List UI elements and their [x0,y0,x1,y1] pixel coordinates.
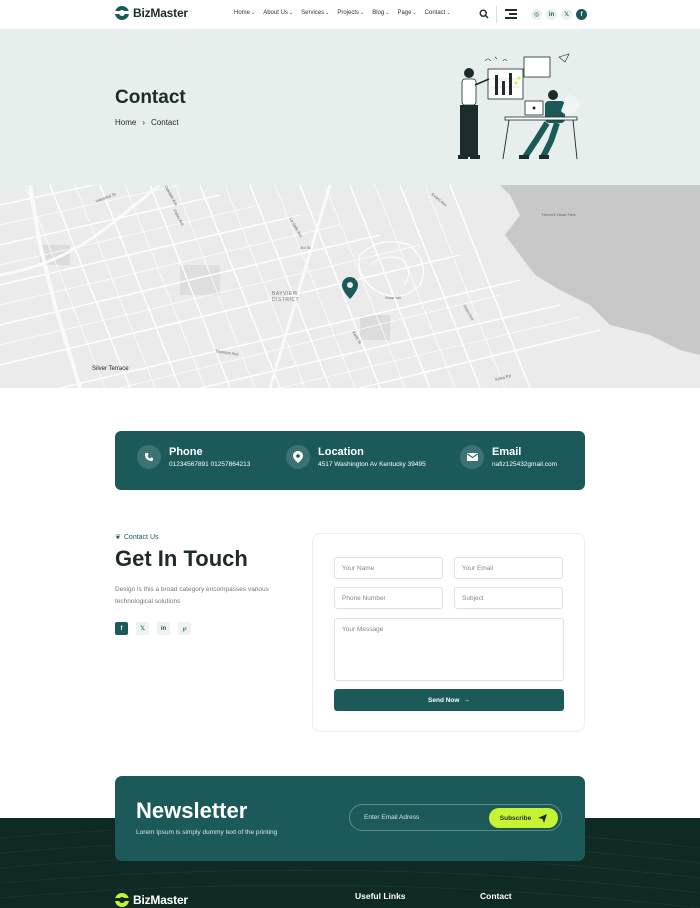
email-address[interactable]: nafiz125432gmail.com [492,461,557,468]
chevron-down-icon: ⌄ [360,10,365,16]
chevron-down-icon: ⌄ [251,10,256,16]
mail-icon [460,445,484,469]
section-title: Get In Touch [115,546,248,571]
nav-item-blog[interactable]: Blog⌄ [372,10,389,16]
email-title: Email [492,446,522,458]
site-header: BizMaster Home⌄ About Us⌄ Services⌄ Proj… [0,0,700,29]
main-nav: Home⌄ About Us⌄ Services⌄ Projects⌄ Blog… [234,10,451,16]
footer-contact-heading: Contact [480,891,512,901]
page-hero: Contact Home › Contact [0,29,700,185]
contact-info-bar: Phone 01234567891 01257864213 Location 4… [115,431,585,490]
nav-item-contact[interactable]: Contact⌄ [425,10,451,16]
nav-label: Home [234,10,251,16]
location-icon [286,445,310,469]
phone-icon [137,445,161,469]
pinterest-icon[interactable]: ℘ [178,622,191,635]
map-label: DISTRICT [272,297,300,303]
nav-label: Blog [372,10,385,16]
eyebrow-text: Contact Us [123,533,159,541]
subscribe-label: Subscribe [499,814,532,822]
map-label: Silver Terrace [92,366,129,372]
info-phone: Phone 01234567891 01257864213 [137,445,250,469]
facebook-icon[interactable]: f [576,9,587,20]
breadcrumb-separator: › [142,118,146,127]
message-field[interactable]: Your Message [334,618,564,681]
phone-field[interactable]: Phone Number [334,587,443,609]
contact-form: Your Name Your Email Phone Number Subjec… [312,533,585,732]
linkedin-icon[interactable]: in [157,622,170,635]
email-field[interactable]: Your Email [454,557,563,579]
breadcrumb: Home › Contact [115,118,179,127]
send-button-label: Send Now [428,696,460,704]
nav-label: About Us [263,10,288,16]
location-title: Location [318,446,364,458]
nav-item-page[interactable]: Page⌄ [397,10,416,16]
x-icon[interactable]: 𝕏 [136,622,149,635]
header-divider [496,6,497,23]
contact-socials: f 𝕏 in ℘ [115,622,191,635]
nav-label: Services [301,10,325,16]
breadcrumb-current: Contact [151,118,179,127]
page-title: Contact [115,87,186,108]
header-socials: ◎ in 𝕏 f [531,9,587,20]
section-description: Design is this a broad category encompas… [115,586,269,605]
logo-icon [113,6,131,20]
location-map[interactable]: Industrial St Oakdale Ave Palou Ave La S… [0,185,700,388]
newsletter-subtitle: Lorem Ipsum is simply dummy text of the … [136,829,278,836]
brand-logo[interactable]: BizMaster [113,6,188,20]
footer-logo[interactable]: BizMaster [113,893,188,907]
info-email: Email nafiz125432gmail.com [460,445,557,469]
map-label: 3rd St [300,245,311,250]
facebook-icon[interactable]: f [115,622,128,635]
x-icon[interactable]: 𝕏 [561,9,572,20]
leaf-icon: ❦ [115,534,121,541]
section-eyebrow: ❦ Contact Us [115,533,159,542]
footer-brand: BizMaster [133,893,188,907]
hamburger-menu-icon[interactable] [505,9,517,19]
info-location: Location 4517 Washington Av Kentucky 394… [286,445,426,469]
map-label: Heron's Head Park [542,212,576,217]
chevron-down-icon: ⌄ [385,10,390,16]
nav-item-projects[interactable]: Projects⌄ [337,10,364,16]
newsletter-title: Newsletter [136,798,248,823]
map-label: Shoe Hill [385,295,402,300]
name-field[interactable]: Your Name [334,557,443,579]
nav-item-services[interactable]: Services⌄ [301,10,329,16]
chevron-down-icon: ⌄ [446,10,451,16]
nav-label: Contact [424,10,446,16]
nav-item-home[interactable]: Home⌄ [234,10,255,16]
chevron-down-icon: ⌄ [412,10,417,16]
linkedin-icon[interactable]: in [546,9,557,20]
phone-title: Phone [169,446,203,458]
map-pin-icon[interactable] [342,277,358,299]
brand-name: BizMaster [133,6,188,20]
breadcrumb-home[interactable]: Home [115,118,136,127]
nav-label: Page [397,10,412,16]
newsletter-card: Newsletter Lorem Ipsum is simply dummy t… [115,776,585,861]
nav-label: Projects [337,10,360,16]
chevron-down-icon: ⌄ [325,10,330,16]
instagram-icon[interactable]: ◎ [531,9,542,20]
location-address: 4517 Washington Av Kentucky 39495 [318,461,426,468]
arrow-right-icon: → [463,696,470,704]
nav-item-about[interactable]: About Us⌄ [263,10,293,16]
search-icon[interactable] [479,9,489,19]
chevron-down-icon: ⌄ [288,10,294,16]
phone-numbers[interactable]: 01234567891 01257864213 [169,461,250,468]
subject-field[interactable]: Subject [454,587,563,609]
logo-icon [113,893,131,907]
send-button[interactable]: Send Now → [334,689,564,711]
subscribe-button[interactable]: Subscribe [489,808,558,828]
team-illustration [458,53,579,160]
send-icon [538,813,548,823]
footer-useful-links-heading: Useful Links [355,891,406,901]
